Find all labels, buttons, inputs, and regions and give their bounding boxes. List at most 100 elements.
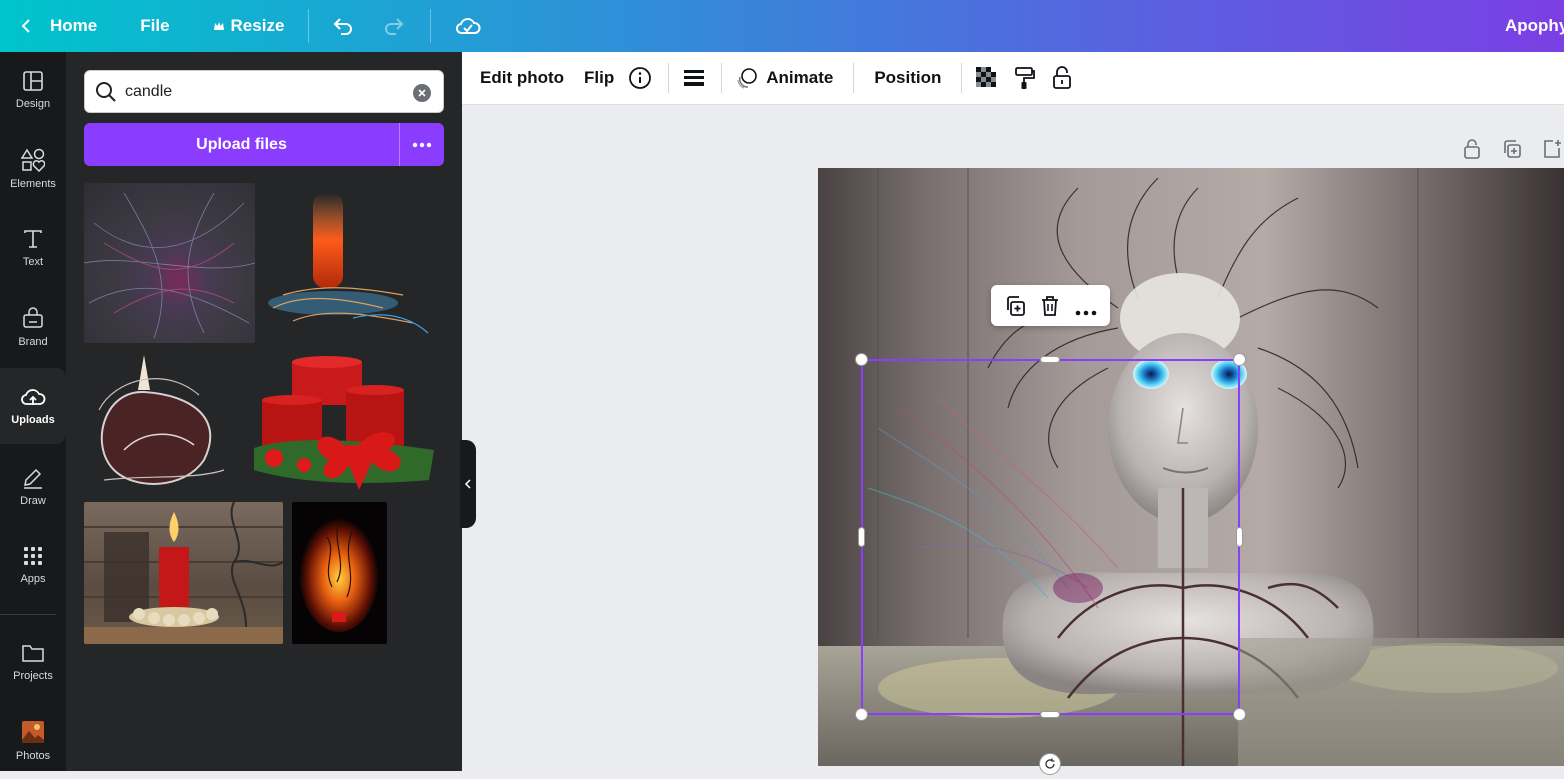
save-status-button[interactable] [455,15,481,37]
rail-label-design: Design [15,98,51,110]
upload-thumbnail[interactable] [84,502,283,644]
search-input[interactable] [125,82,395,101]
rail-label-apps: Apps [20,573,46,585]
upload-thumbnail[interactable] [84,350,234,490]
rail-divider [0,614,56,615]
animate-icon [737,68,758,89]
thumbnail-image [98,355,225,485]
collapse-panel-button[interactable] [460,440,476,528]
thumbnail-image [84,502,283,644]
divider [853,63,855,93]
home-button[interactable]: Home [18,16,97,36]
upload-files-button[interactable]: Upload files [84,123,399,166]
rail-item-draw[interactable]: Draw [0,448,66,524]
add-page-button[interactable] [1541,138,1563,160]
resize-handle-top-right[interactable] [1233,353,1246,366]
flip-label: Flip [584,68,615,87]
upload-thumbnail[interactable] [263,183,436,343]
rail-item-uploads[interactable]: Uploads [0,368,66,444]
flip-button[interactable]: Flip [574,68,624,88]
copy-style-button[interactable] [1014,66,1036,90]
rail-item-brand[interactable]: Brand [0,289,66,365]
rail-item-elements[interactable]: Elements [0,131,66,207]
close-icon [418,89,426,97]
draw-icon [24,468,42,489]
rail-item-design[interactable]: Design [0,52,66,128]
project-title[interactable]: Apophy [1505,16,1564,36]
upload-thumbnail[interactable] [84,183,255,343]
rotate-handle[interactable] [1039,753,1061,775]
element-more-button[interactable] [1075,303,1097,315]
thumbnail-image [254,356,434,490]
rail-item-photos[interactable]: Photos [0,703,66,779]
design-icon [23,71,43,91]
file-menu-button[interactable]: File [140,16,169,36]
chevron-left-icon [464,479,471,489]
info-icon [629,67,652,89]
divider [308,9,310,43]
delete-element-button[interactable] [1040,295,1060,317]
selection-box[interactable] [861,359,1240,715]
left-rail: Design Elements Text Brand Uploads Draw … [0,52,66,771]
duplicate-icon [1504,140,1521,158]
divider [430,9,432,43]
element-floating-toolbar [991,285,1110,326]
cloud-check-icon [456,18,481,34]
duplicate-element-button[interactable] [1004,295,1026,317]
lock-button[interactable] [1052,66,1072,90]
rail-label-draw: Draw [20,495,46,507]
resize-handle-left[interactable] [858,527,865,547]
position-button[interactable]: Position [864,68,951,88]
unlock-icon [1053,66,1072,89]
resize-button[interactable]: Resize [213,16,284,36]
file-label: File [140,16,170,35]
divider [721,63,723,93]
text-icon [24,230,42,248]
transparency-button[interactable] [976,67,998,89]
resize-handle-bottom-left[interactable] [855,708,868,721]
upload-files-group: Upload files [84,123,444,166]
animate-button[interactable]: Animate [732,67,843,89]
uploads-panel: Upload files [66,52,462,771]
redo-button[interactable] [382,14,406,38]
transparency-icon [976,67,997,87]
rail-item-apps[interactable]: Apps [0,527,66,603]
top-bar: Home File Resize Apophy [0,0,1564,52]
clear-search-button[interactable] [413,84,431,102]
edit-photo-button[interactable]: Edit photo [470,68,574,88]
thumbnail-image [268,193,429,334]
more-horizontal-icon [1075,310,1097,315]
thumbnail-image [299,512,379,632]
resize-handle-bottom[interactable] [1040,711,1060,718]
resize-handle-top-left[interactable] [855,353,868,366]
rail-label-brand: Brand [18,336,48,348]
thumbnail-image [84,192,255,339]
page-lock-button[interactable] [1462,138,1482,160]
divider [668,63,670,93]
rail-label-projects: Projects [13,670,53,682]
border-style-button[interactable] [683,68,705,88]
resize-handle-bottom-right[interactable] [1233,708,1246,721]
rail-item-projects[interactable]: Projects [0,624,66,700]
upload-more-button[interactable] [399,123,444,166]
rail-label-text: Text [22,256,44,268]
line-weight-icon [684,70,705,86]
divider [961,63,963,93]
rail-label-uploads: Uploads [11,414,55,426]
undo-button[interactable] [331,14,355,38]
resize-handle-right[interactable] [1236,527,1243,547]
upload-thumbnail[interactable] [292,502,387,644]
rail-item-text[interactable]: Text [0,210,66,286]
apps-icon [24,547,42,565]
rail-label-elements: Elements [10,178,56,190]
edit-photo-label: Edit photo [480,68,565,87]
crown-icon [213,22,224,30]
resize-handle-top[interactable] [1040,356,1060,363]
rail-label-photos: Photos [15,750,51,762]
search-icon [96,81,116,102]
folder-icon [22,645,44,662]
info-button[interactable] [628,66,652,90]
add-page-icon [1544,140,1561,158]
duplicate-page-button[interactable] [1501,138,1523,160]
upload-thumbnail[interactable] [244,350,438,493]
